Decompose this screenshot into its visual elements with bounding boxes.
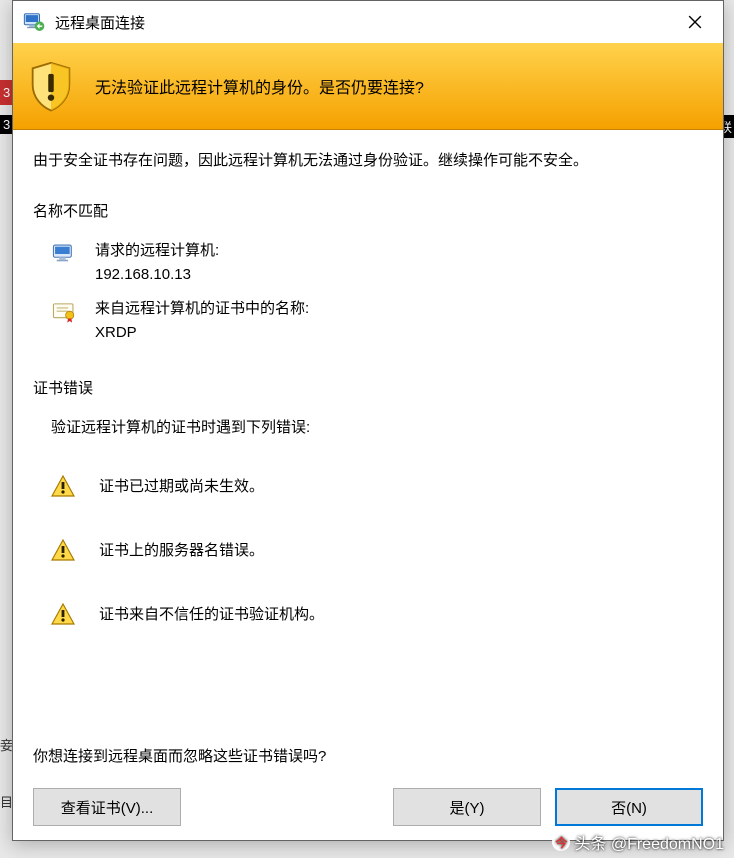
- warning-triangle-icon: [51, 539, 75, 561]
- rdc-app-icon: [23, 11, 45, 33]
- cert-error-item: 证书来自不信任的证书验证机构。: [51, 603, 703, 625]
- watermark-logo-icon: 今: [552, 833, 570, 851]
- cert-error-text: 证书来自不信任的证书验证机构。: [99, 603, 324, 624]
- button-row: 查看证书(V)... 是(Y) 否(N): [33, 788, 703, 826]
- dialog-body: 由于安全证书存在问题，因此远程计算机无法通过身份验证。继续操作可能不安全。 名称…: [13, 130, 723, 840]
- titlebar: 远程桌面连接: [13, 1, 723, 43]
- warning-message: 无法验证此远程计算机的身份。是否仍要连接?: [95, 74, 424, 98]
- lead-text: 由于安全证书存在问题，因此远程计算机无法通过身份验证。继续操作可能不安全。: [33, 148, 703, 174]
- shield-warning-icon: [29, 61, 73, 111]
- warning-triangle-icon: [51, 603, 75, 625]
- cert-errors-title: 证书错误: [33, 377, 703, 398]
- close-button[interactable]: [671, 6, 719, 38]
- view-certificate-button[interactable]: 查看证书(V)...: [33, 788, 181, 826]
- remote-desktop-cert-dialog: 远程桌面连接 无法验证此远程计算机的身份。是否仍要连接? 由于安全证书存在: [12, 0, 724, 841]
- cert-name-value: XRDP: [95, 324, 309, 341]
- warning-triangle-icon: [51, 475, 75, 497]
- cert-name-row: 来自远程计算机的证书中的名称: XRDP: [51, 297, 703, 341]
- watermark: 今 头条 @FreedomNO1: [552, 830, 724, 854]
- requested-computer-row: 请求的远程计算机: 192.168.10.13: [51, 239, 703, 283]
- cert-error-text: 证书上的服务器名错误。: [99, 539, 264, 560]
- no-button[interactable]: 否(N): [555, 788, 703, 826]
- requested-computer-label: 请求的远程计算机:: [95, 239, 219, 260]
- name-mismatch-title: 名称不匹配: [33, 200, 703, 221]
- cert-error-item: 证书上的服务器名错误。: [51, 539, 703, 561]
- cert-name-label: 来自远程计算机的证书中的名称:: [95, 297, 309, 318]
- window-title: 远程桌面连接: [55, 12, 671, 33]
- yes-button[interactable]: 是(Y): [393, 788, 541, 826]
- computer-icon: [51, 241, 77, 267]
- requested-computer-value: 192.168.10.13: [95, 266, 219, 283]
- certificate-icon: [51, 299, 77, 325]
- warning-banner: 无法验证此远程计算机的身份。是否仍要连接?: [13, 43, 723, 130]
- cert-errors-intro: 验证远程计算机的证书时遇到下列错误:: [51, 416, 703, 437]
- watermark-text: 头条 @FreedomNO1: [574, 830, 724, 854]
- cert-error-item: 证书已过期或尚未生效。: [51, 475, 703, 497]
- close-icon: [688, 15, 702, 29]
- cert-error-text: 证书已过期或尚未生效。: [99, 475, 264, 496]
- confirm-question: 你想连接到远程桌面而忽略这些证书错误吗?: [33, 745, 703, 766]
